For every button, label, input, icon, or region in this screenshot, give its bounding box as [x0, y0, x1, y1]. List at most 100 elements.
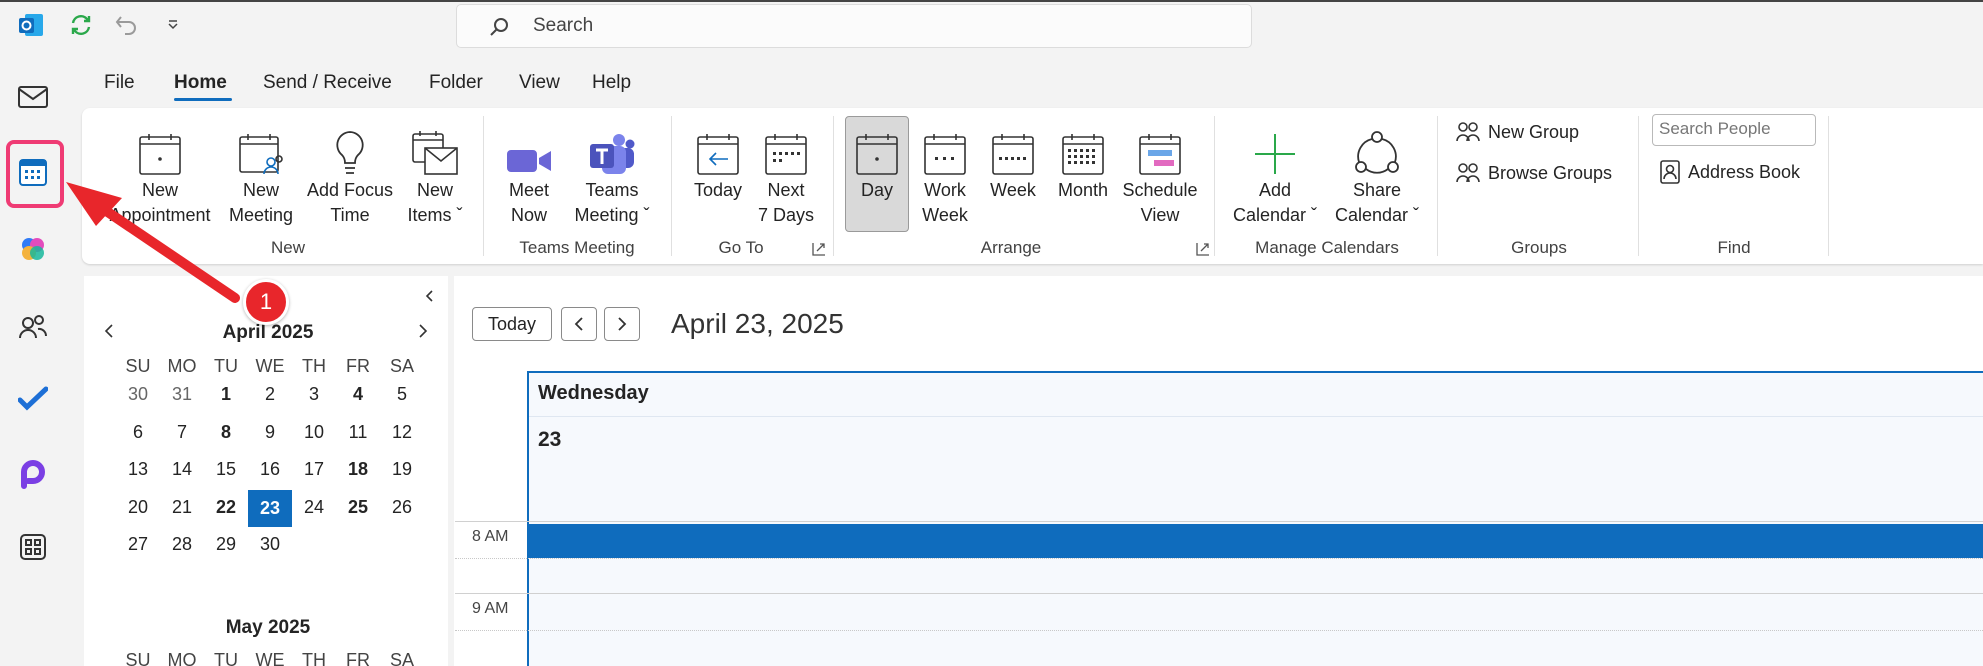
mini-calendar-day[interactable]: 23	[248, 489, 292, 527]
new-items-button[interactable]: New Items ˇ	[400, 118, 470, 228]
mini-calendar-day[interactable]: 24	[292, 497, 336, 518]
address-book-icon	[1660, 160, 1680, 184]
meet-now-button[interactable]: Meet Now	[495, 118, 563, 228]
mail-icon[interactable]	[14, 78, 52, 116]
mini-calendar-day[interactable]: 12	[380, 422, 424, 443]
mini-calendar-day[interactable]: 2	[248, 384, 292, 405]
schedule-view-button[interactable]: Schedule View	[1118, 118, 1202, 228]
browse-groups-button[interactable]: Browse Groups	[1456, 162, 1612, 184]
label-line-2: Meeting ˇ	[574, 205, 650, 225]
mini-calendar-day[interactable]: 4	[336, 384, 380, 405]
mini-calendar-day[interactable]: 5	[380, 384, 424, 405]
mini-calendar-day[interactable]: 27	[116, 534, 160, 555]
work-week-icon	[924, 134, 966, 175]
mini-calendar-day[interactable]: 16	[248, 459, 292, 480]
mini-calendar-day[interactable]: 28	[160, 534, 204, 555]
loop-icon[interactable]	[14, 455, 52, 493]
go-to-dialog-launcher-icon[interactable]	[812, 242, 826, 261]
next-day-button[interactable]	[604, 307, 640, 341]
label-line-2: Now	[510, 205, 547, 225]
new-group-icon	[1456, 122, 1480, 142]
next-7-days-button[interactable]: Next 7 Days	[755, 118, 817, 228]
mini-calendar-day[interactable]: 26	[380, 497, 424, 518]
chevron-right-icon	[618, 317, 627, 331]
mini-calendar-day[interactable]: 22	[204, 497, 248, 518]
group-label-arrange: Arrange	[980, 238, 1042, 257]
weekday-header: WE	[255, 650, 285, 666]
mini-calendar-day[interactable]: 11	[336, 422, 380, 443]
mini-calendar-day[interactable]: 3	[292, 384, 336, 405]
weekday-header: SA	[389, 356, 414, 376]
mini-calendar-day[interactable]: 10	[292, 422, 336, 443]
mini-calendar-day[interactable]: 25	[336, 497, 380, 518]
week-button[interactable]: Week	[981, 118, 1045, 203]
appointment-icon	[139, 134, 181, 175]
today-ribbon-button[interactable]: Today	[686, 118, 750, 203]
mini-calendar-day[interactable]: 13	[116, 459, 160, 480]
mini-calendar-day[interactable]: 17	[292, 459, 336, 480]
month-icon	[1062, 134, 1104, 175]
tab-help[interactable]: Help	[592, 72, 631, 94]
mini-calendar-day[interactable]: 19	[380, 459, 424, 480]
add-icon	[1255, 134, 1295, 174]
mini-calendar-day[interactable]: 29	[204, 534, 248, 555]
new-group-button[interactable]: New Group	[1456, 121, 1579, 143]
label-line-1: Next	[767, 180, 805, 200]
mini-calendar-day[interactable]: 1	[204, 384, 248, 405]
new-items-icon	[412, 131, 458, 175]
today-button[interactable]: Today	[472, 307, 552, 341]
mini-calendar-day[interactable]: 20	[116, 497, 160, 518]
collapse-pane-icon[interactable]	[422, 288, 436, 309]
search-box[interactable]: Search	[456, 4, 1252, 48]
share-calendar-button[interactable]: Share Calendar ˇ	[1328, 118, 1426, 228]
add-focus-time-button[interactable]: Add Focus Time	[303, 118, 397, 228]
mini-calendar-day[interactable]: 30	[116, 384, 160, 405]
tab-home[interactable]: Home	[174, 72, 227, 94]
ribbon-separator	[1828, 116, 1829, 256]
selected-time-slot[interactable]	[529, 524, 1983, 558]
mini-calendar-day[interactable]: 6	[116, 422, 160, 443]
calendar-icon[interactable]	[14, 153, 52, 191]
group-label-teams-meeting: Teams Meeting	[519, 238, 635, 257]
work-week-button[interactable]: Work Week	[913, 118, 977, 228]
tab-folder[interactable]: Folder	[429, 72, 483, 94]
mini-calendar-day[interactable]: 21	[160, 497, 204, 518]
todo-icon[interactable]	[14, 380, 52, 418]
undo-icon[interactable]	[110, 8, 144, 42]
mini-calendar-day[interactable]: 8	[204, 422, 248, 443]
mini-calendar-day[interactable]: 18	[336, 459, 380, 480]
previous-day-button[interactable]	[561, 307, 597, 341]
people-icon[interactable]	[14, 308, 52, 346]
day-view-button[interactable]: Day	[846, 118, 908, 203]
copilot-icon[interactable]	[14, 230, 52, 268]
mini-calendar-day[interactable]: 14	[160, 459, 204, 480]
sync-icon[interactable]	[64, 8, 98, 42]
search-people-input[interactable]: Search People	[1652, 114, 1816, 146]
arrange-dialog-launcher-icon[interactable]	[1196, 242, 1210, 261]
mini-calendar-day[interactable]: 30	[248, 534, 292, 555]
mini-calendar-day[interactable]: 7	[160, 422, 204, 443]
weekday-header: TU	[214, 650, 238, 666]
ribbon-separator	[1214, 116, 1215, 256]
address-book-button[interactable]: Address Book	[1660, 160, 1800, 184]
mini-calendar-day[interactable]: 9	[248, 422, 292, 443]
tab-view[interactable]: View	[519, 72, 560, 94]
month-button[interactable]: Month	[1050, 118, 1116, 203]
customize-toolbar-icon[interactable]	[156, 8, 190, 42]
tab-file[interactable]: File	[104, 72, 135, 94]
share-icon	[1355, 131, 1399, 174]
group-label-manage-calendars: Manage Calendars	[1255, 238, 1399, 257]
next-month-icon[interactable]	[416, 322, 430, 345]
teams-meeting-button[interactable]: Teams Meeting ˇ	[568, 118, 656, 228]
tab-send-receive[interactable]: Send / Receive	[263, 72, 392, 94]
mini-calendar-day[interactable]: 15	[204, 459, 248, 480]
mini-calendar-day[interactable]: 31	[160, 384, 204, 405]
label-line-1: Teams	[585, 180, 639, 200]
search-icon	[490, 18, 508, 36]
add-calendar-button[interactable]: Add Calendar ˇ	[1226, 118, 1324, 228]
weekday-header: MO	[167, 356, 197, 376]
previous-month-icon[interactable]	[102, 322, 116, 345]
label-line-1: Share	[1352, 180, 1402, 200]
time-label-9am: 9 AM	[472, 600, 509, 617]
more-apps-icon[interactable]	[14, 528, 52, 566]
